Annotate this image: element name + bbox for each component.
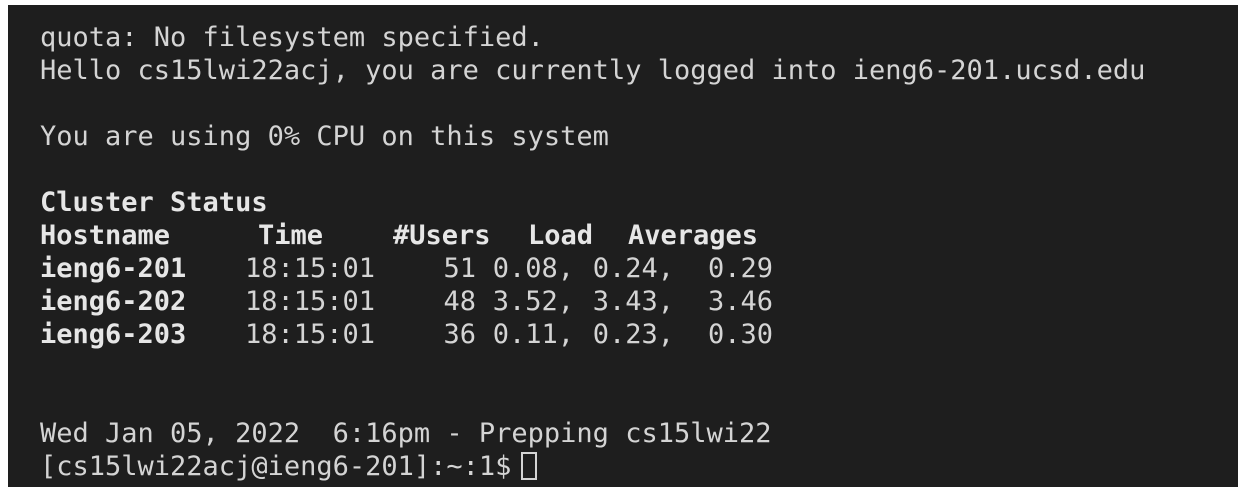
row-load-5: 0.24, bbox=[592, 253, 674, 284]
row-load-5: 0.23, bbox=[592, 319, 674, 350]
cluster-status-title: Cluster Status bbox=[40, 187, 268, 218]
row-hostname: ieng6-201 bbox=[40, 253, 187, 284]
header-averages: Averages bbox=[628, 220, 759, 251]
header-load: Load bbox=[528, 220, 594, 251]
header-hostname: Hostname bbox=[40, 220, 171, 251]
cpu-line: You are using 0% CPU on this system bbox=[40, 121, 609, 152]
row-users: 36 bbox=[443, 319, 476, 350]
prompt-line[interactable]: [cs15lwi22acj@ieng6-201]:~:1$ bbox=[40, 450, 1238, 483]
table-row: ieng6-201 18:15:01 51 0.08, 0.24, 0.29 bbox=[40, 252, 1238, 285]
cluster-table-header: Hostname Time #Users Load Averages bbox=[40, 219, 1238, 252]
row-load-1: 0.11, bbox=[492, 319, 574, 350]
row-hostname: ieng6-202 bbox=[40, 286, 187, 317]
shell-prompt: [cs15lwi22acj@ieng6-201]:~:1$ bbox=[40, 451, 512, 482]
hello-line: Hello cs15lwi22acj, you are currently lo… bbox=[40, 55, 1146, 86]
terminal-window[interactable]: quota: No filesystem specified. Hello cs… bbox=[8, 5, 1238, 487]
header-users: #Users bbox=[393, 220, 491, 251]
text-cursor[interactable] bbox=[521, 452, 538, 480]
row-load-1: 3.52, bbox=[492, 286, 574, 317]
row-users: 51 bbox=[443, 253, 476, 284]
row-users: 48 bbox=[443, 286, 476, 317]
blank-space bbox=[40, 351, 1238, 417]
row-hostname: ieng6-203 bbox=[40, 319, 187, 350]
row-load-15: 0.29 bbox=[707, 253, 773, 284]
quota-line: quota: No filesystem specified. bbox=[40, 22, 544, 53]
row-load-15: 0.30 bbox=[707, 319, 773, 350]
row-load-1: 0.08, bbox=[492, 253, 574, 284]
table-row: ieng6-203 18:15:01 36 0.11, 0.23, 0.30 bbox=[40, 318, 1238, 351]
header-time: Time bbox=[258, 220, 324, 251]
date-line: Wed Jan 05, 2022 6:16pm - Prepping cs15l… bbox=[40, 418, 772, 449]
row-time: 18:15:01 bbox=[245, 319, 376, 350]
row-time: 18:15:01 bbox=[245, 286, 376, 317]
row-load-5: 3.43, bbox=[592, 286, 674, 317]
row-load-15: 3.46 bbox=[707, 286, 773, 317]
row-time: 18:15:01 bbox=[245, 253, 376, 284]
table-row: ieng6-202 18:15:01 48 3.52, 3.43, 3.46 bbox=[40, 285, 1238, 318]
